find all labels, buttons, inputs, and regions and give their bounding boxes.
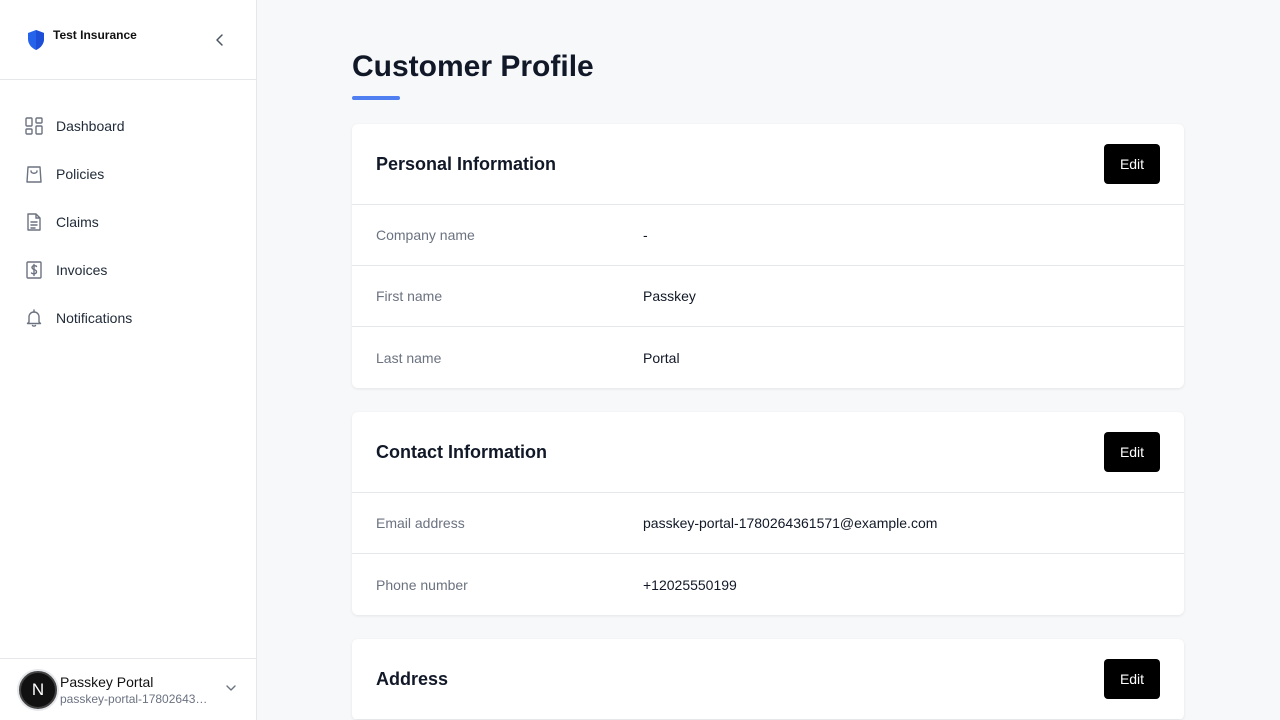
sidebar-nav: Dashboard Policies Claims Invoices Notif… [0, 80, 256, 342]
title-underline [352, 96, 400, 100]
shield-logo-icon [26, 29, 46, 51]
sidebar-item-label: Claims [56, 214, 99, 230]
card-header: Contact Information Edit [352, 412, 1184, 493]
edit-address-button[interactable]: Edit [1104, 659, 1160, 699]
contact-information-card: Contact Information Edit Email address p… [352, 412, 1184, 615]
sidebar-item-label: Invoices [56, 262, 108, 278]
field-row-phone: Phone number +12025550199 [352, 554, 1184, 615]
edit-personal-button[interactable]: Edit [1104, 144, 1160, 184]
avatar: N [19, 670, 57, 709]
page-title: Customer Profile [352, 50, 594, 83]
sidebar-item-claims[interactable]: Claims [0, 198, 256, 246]
sidebar-item-dashboard[interactable]: Dashboard [0, 102, 256, 150]
field-value: - [643, 227, 648, 243]
main-content: Customer Profile Personal Information Ed… [352, 0, 1184, 720]
field-row-company-name: Company name - [352, 205, 1184, 266]
user-name: Passkey Portal [60, 673, 154, 690]
card-header: Personal Information Edit [352, 124, 1184, 205]
card-title: Personal Information [376, 153, 557, 174]
sidebar-item-label: Policies [56, 166, 105, 182]
user-menu[interactable]: N Passkey Portal passkey-portal-17802643… [0, 658, 256, 720]
field-label: First name [376, 288, 443, 304]
chevron-down-icon [224, 681, 238, 700]
address-card: Address Edit [352, 639, 1184, 720]
field-value: Passkey [643, 288, 696, 304]
field-label: Email address [376, 515, 465, 531]
user-info: Passkey Portal passkey-portal-1780264361… [60, 673, 210, 707]
sidebar-item-policies[interactable]: Policies [0, 150, 256, 198]
collapse-sidebar-button[interactable] [210, 30, 230, 50]
dollar-receipt-icon [24, 260, 44, 280]
shopping-bag-icon [24, 164, 44, 184]
field-label: Last name [376, 349, 442, 366]
field-row-email: Email address passkey-portal-17802643615… [352, 493, 1184, 554]
field-label: Company name [376, 227, 475, 243]
field-row-last-name: Last name Portal [352, 327, 1184, 388]
personal-information-card: Personal Information Edit Company name -… [352, 124, 1184, 388]
brand-header: Test Insurance [0, 0, 256, 80]
sidebar-item-label: Notifications [56, 310, 133, 326]
document-icon [24, 212, 44, 232]
field-value: +12025550199 [643, 576, 737, 593]
edit-contact-button[interactable]: Edit [1104, 432, 1160, 472]
sidebar-item-notifications[interactable]: Notifications [0, 294, 256, 342]
card-header: Address Edit [352, 639, 1184, 720]
card-title: Contact Information [376, 441, 547, 462]
field-value: passkey-portal-1780264361571@example.com [643, 515, 938, 531]
sidebar: Test Insurance Dashboard Policies Claims [0, 0, 257, 720]
user-email: passkey-portal-1780264361571@example.com [60, 691, 210, 706]
field-row-first-name: First name Passkey [352, 266, 1184, 327]
dashboard-icon [24, 116, 44, 136]
sidebar-item-invoices[interactable]: Invoices [0, 246, 256, 294]
bell-icon [24, 308, 44, 328]
field-label: Phone number [376, 576, 468, 593]
sidebar-item-label: Dashboard [56, 118, 125, 134]
field-value: Portal [643, 349, 680, 366]
brand-name: Test Insurance [53, 27, 137, 42]
card-title: Address [376, 668, 449, 689]
